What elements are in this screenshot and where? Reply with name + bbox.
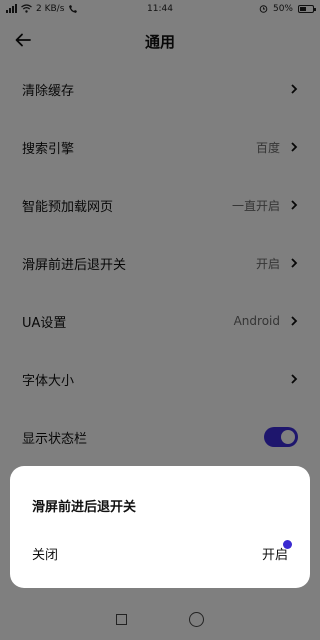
- option-off[interactable]: 关闭: [32, 544, 58, 563]
- dialog-title: 滑屏前进后退开关: [32, 500, 137, 515]
- swipe-option-dialog: 滑屏前进后退开关 关闭 开启: [10, 466, 310, 588]
- selected-indicator-dot: [283, 540, 292, 549]
